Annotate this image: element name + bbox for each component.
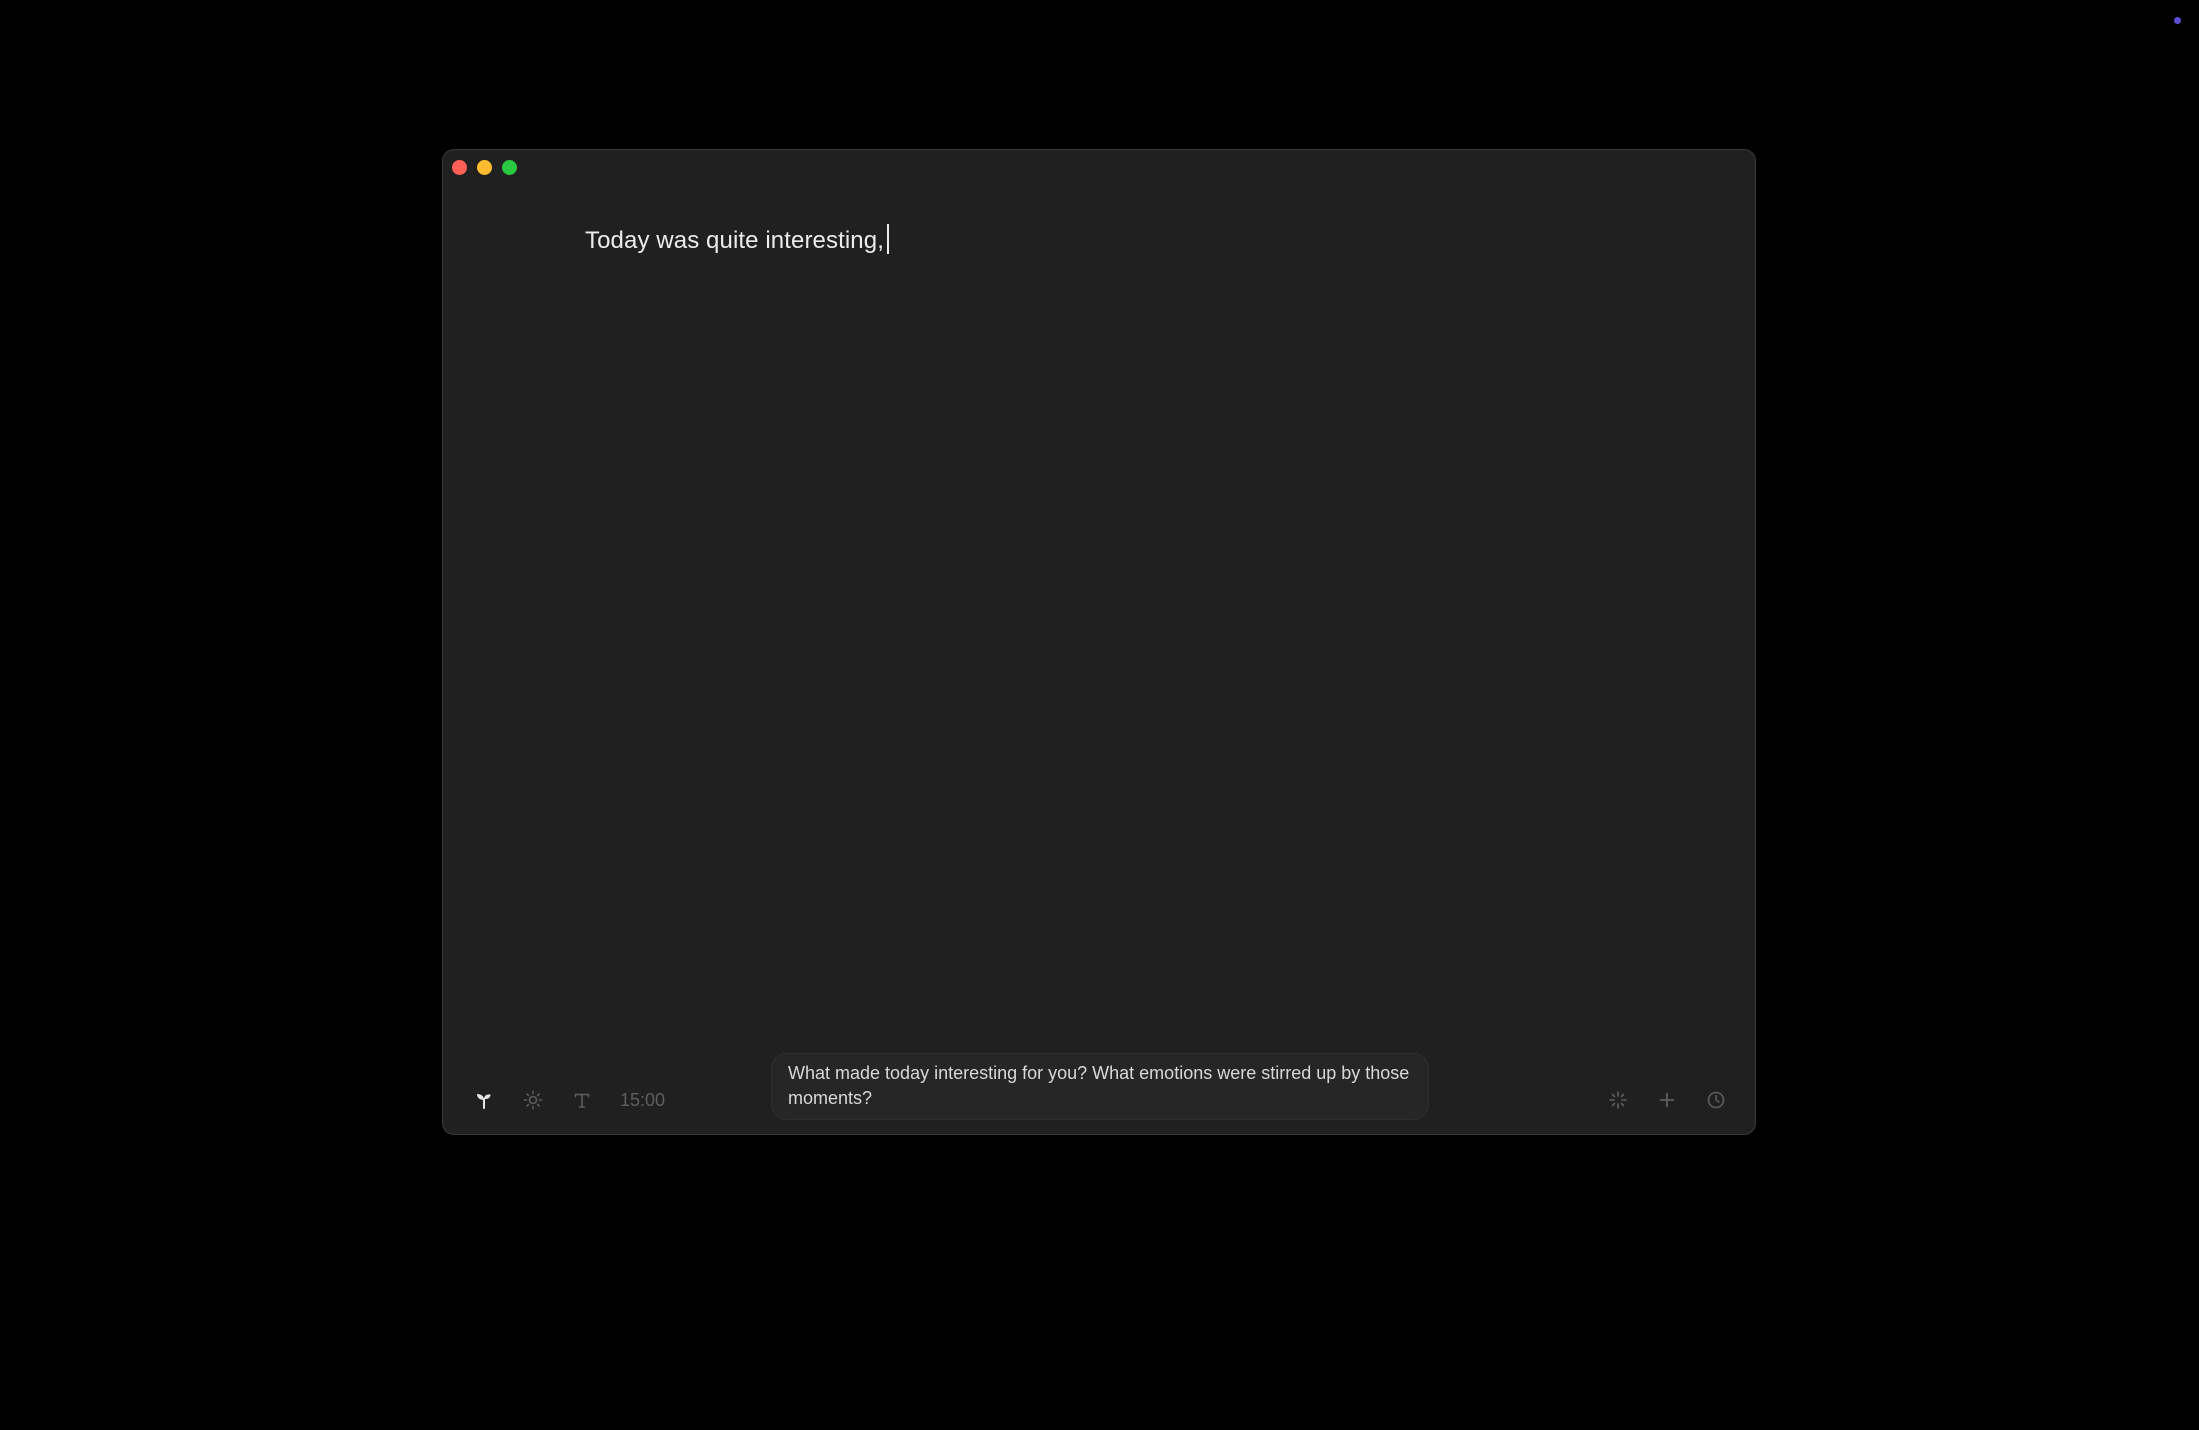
- close-window-button[interactable]: [452, 160, 467, 175]
- clock-icon[interactable]: [1701, 1085, 1731, 1115]
- plus-icon[interactable]: [1652, 1085, 1682, 1115]
- zoom-window-button[interactable]: [502, 160, 517, 175]
- journal-window: Today was quite interesting, 15:00 What …: [442, 149, 1756, 1135]
- sparkle-icon[interactable]: [1603, 1085, 1633, 1115]
- bottom-toolbar-right: [1584, 1085, 1731, 1115]
- editor-text: Today was quite interesting,: [585, 227, 884, 254]
- text-caret: [886, 224, 889, 254]
- journal-editor[interactable]: Today was quite interesting,: [585, 224, 1635, 784]
- session-timer[interactable]: 15:00: [620, 1090, 665, 1111]
- desktop: Today was quite interesting, 15:00 What …: [0, 0, 2199, 1430]
- minimize-window-button[interactable]: [477, 160, 492, 175]
- sprout-icon[interactable]: [469, 1085, 499, 1115]
- traffic-lights: [452, 160, 517, 175]
- status-dot: [2174, 17, 2181, 24]
- bottom-toolbar-left: 15:00: [469, 1085, 665, 1115]
- text-format-icon[interactable]: [567, 1085, 597, 1115]
- sun-icon[interactable]: [518, 1085, 548, 1115]
- ai-prompt-suggestion[interactable]: What made today interesting for you? Wha…: [771, 1053, 1429, 1120]
